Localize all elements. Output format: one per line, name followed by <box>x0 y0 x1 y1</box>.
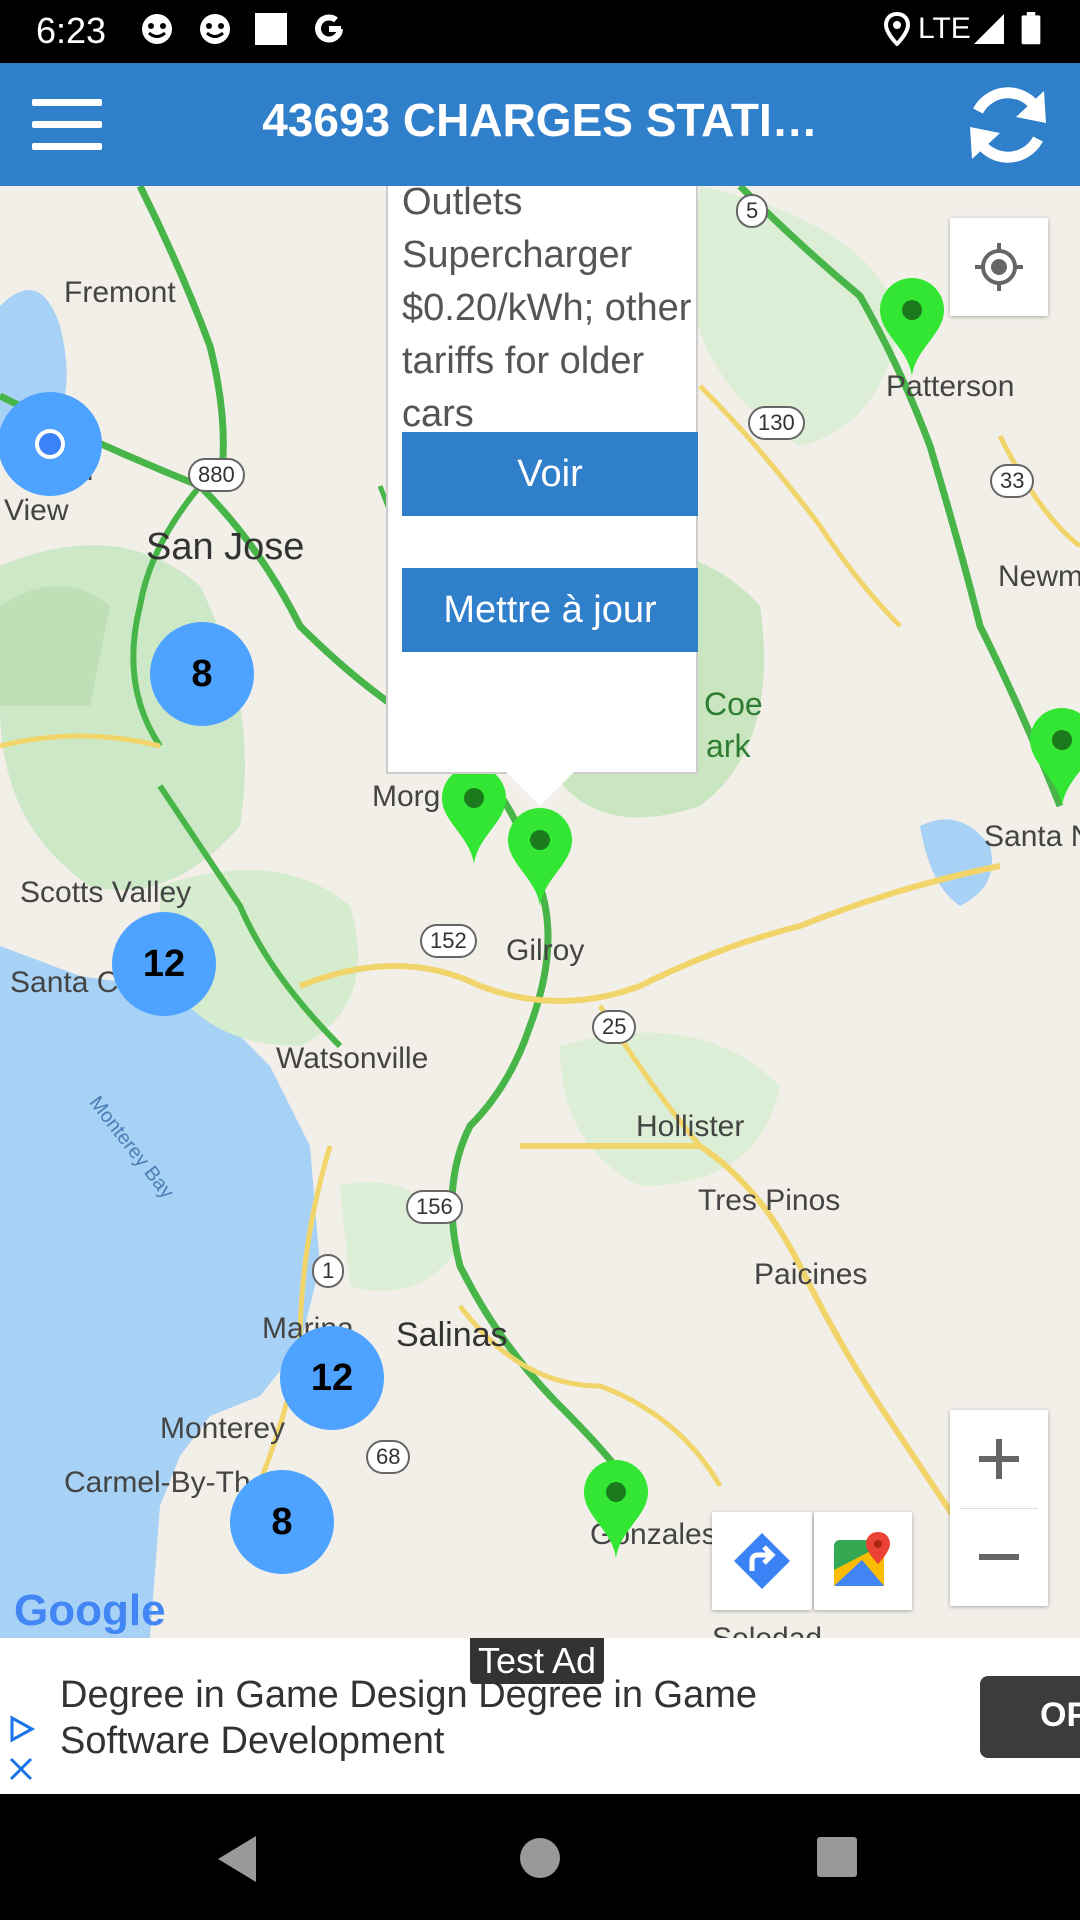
status-bar: 6:23 LTE <box>0 0 1080 63</box>
cluster-marker[interactable]: 12 <box>280 1326 384 1430</box>
cluster-marker[interactable]: 12 <box>112 912 216 1016</box>
ad-banner[interactable]: Test Ad Degree in Game Design Degree in … <box>0 1638 1080 1794</box>
route-shield: 130 <box>748 406 805 440</box>
google-logo: Google <box>14 1586 166 1635</box>
view-button[interactable]: Voir <box>402 432 698 516</box>
back-icon[interactable] <box>214 1834 260 1884</box>
update-button[interactable]: Mettre à jour <box>402 568 698 652</box>
home-icon[interactable] <box>518 1836 562 1880</box>
current-location-icon <box>35 429 65 459</box>
directions-button[interactable] <box>712 1512 812 1610</box>
directions-icon <box>734 1533 790 1589</box>
charging-station-pin[interactable] <box>506 808 574 908</box>
notification-square-icon <box>255 13 287 45</box>
place-label: Watsonville <box>276 1042 429 1075</box>
zoom-in-button[interactable] <box>950 1410 1048 1508</box>
place-label: Morg <box>372 780 441 813</box>
place-label: Hollister <box>636 1110 745 1143</box>
network-type: LTE <box>918 12 971 45</box>
notification-icon <box>142 14 172 44</box>
my-location-button[interactable] <box>950 218 1048 316</box>
close-ad-icon[interactable] <box>8 1756 34 1782</box>
charging-station-pin[interactable] <box>878 278 946 378</box>
map-view[interactable]: Fremont in View San Jose Scotts Valley S… <box>0 186 1080 1638</box>
route-shield: 880 <box>188 458 245 492</box>
place-label: San Jose <box>146 526 305 568</box>
route-shield: 1 <box>312 1254 345 1288</box>
place-label: Carmel-By-Th <box>64 1466 251 1499</box>
app-bar: 43693 CHARGES STATI… <box>0 63 1080 186</box>
cluster-marker[interactable]: 8 <box>150 622 254 726</box>
place-label: Santa N <box>984 820 1080 853</box>
place-label: View <box>4 494 69 527</box>
google-maps-icon <box>834 1532 890 1586</box>
place-label: Fremont <box>64 276 176 309</box>
page-title: 43693 CHARGES STATI… <box>262 94 818 146</box>
zoom-out-button[interactable] <box>950 1508 1048 1606</box>
system-nav-bar <box>0 1794 1080 1920</box>
ad-cta-button[interactable]: OPEN <box>980 1676 1080 1758</box>
place-label: Scotts Valley <box>20 876 192 909</box>
plus-icon <box>979 1439 1019 1479</box>
cluster-marker[interactable] <box>0 392 102 496</box>
place-label: ark <box>706 728 751 764</box>
place-label: Newm <box>998 560 1080 593</box>
place-label: Soledad <box>712 1622 822 1638</box>
charging-station-pin[interactable] <box>1028 708 1080 808</box>
location-icon <box>883 12 911 46</box>
route-shield: 5 <box>736 194 769 228</box>
refresh-icon[interactable] <box>958 75 1058 175</box>
ad-text[interactable]: Degree in Game Design Degree in Game Sof… <box>60 1672 840 1764</box>
place-label: Coe <box>704 686 763 722</box>
google-notification-icon <box>315 14 343 43</box>
place-label: Gilroy <box>506 934 585 967</box>
place-label: Salinas <box>396 1316 508 1354</box>
route-shield: 152 <box>420 924 477 958</box>
notification-icon <box>200 14 230 44</box>
charging-station-pin[interactable] <box>582 1460 650 1560</box>
cluster-marker[interactable]: 8 <box>230 1470 334 1574</box>
battery-icon <box>1021 12 1041 45</box>
place-label: Monterey <box>160 1412 286 1445</box>
charging-station-pin[interactable] <box>440 766 508 866</box>
station-description: Outlets Supercharger $0.20/kWh; other ta… <box>402 186 692 435</box>
status-time: 6:23 <box>36 10 107 51</box>
route-shield: 156 <box>406 1190 463 1224</box>
route-shield: 33 <box>990 464 1035 498</box>
place-label: Santa C <box>10 966 119 999</box>
open-in-maps-button[interactable] <box>814 1512 912 1610</box>
place-label: Paicines <box>754 1258 868 1291</box>
menu-icon[interactable] <box>32 99 102 151</box>
station-info-popup: Outlets Supercharger $0.20/kWh; other ta… <box>386 186 698 806</box>
signal-icon <box>974 14 1004 44</box>
popup-tail <box>506 772 574 806</box>
route-shield: 68 <box>366 1440 411 1474</box>
adchoices-icon[interactable] <box>6 1714 36 1744</box>
zoom-controls <box>950 1410 1048 1606</box>
route-shield: 25 <box>592 1010 637 1044</box>
crosshair-icon <box>975 243 1023 291</box>
minus-icon <box>979 1554 1019 1560</box>
recents-icon[interactable] <box>816 1836 858 1878</box>
place-label: Tres Pinos <box>698 1184 841 1217</box>
